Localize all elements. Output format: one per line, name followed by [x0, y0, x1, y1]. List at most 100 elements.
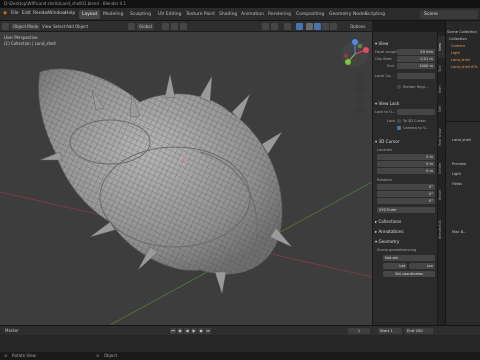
camera-to-view-checkbox[interactable]: [397, 126, 401, 130]
shell-mesh: [38, 68, 293, 295]
properties-row[interactable]: Preview: [452, 162, 466, 166]
tab-rendering[interactable]: Rendering: [265, 10, 294, 19]
tab-shading[interactable]: Shading: [216, 10, 240, 19]
timeline-menu-marker[interactable]: Marker: [3, 327, 21, 334]
georef-lat-field[interactable]: Lat: [383, 263, 407, 269]
clip-start-field[interactable]: 0.01 m: [397, 56, 435, 62]
outliner-row[interactable]: Land_shell: [451, 58, 470, 62]
blender-logo-icon[interactable]: ◉: [3, 11, 7, 16]
properties-row[interactable]: Land_shell: [452, 138, 471, 142]
scene-selector[interactable]: Scene: [420, 10, 478, 19]
outliner-row[interactable]: Land_shell.001: [451, 65, 478, 69]
cursor-rotation-x[interactable]: 0°: [377, 184, 435, 190]
start-frame-field[interactable]: Start 1: [378, 327, 402, 334]
menu-file[interactable]: File: [11, 11, 19, 16]
to-3d-cursor-checkbox[interactable]: [397, 119, 401, 123]
section-view-lock[interactable]: ▾ View Lock: [375, 100, 435, 107]
next-keyframe-icon[interactable]: ◆: [198, 327, 204, 334]
snap-icon[interactable]: [171, 23, 178, 30]
outliner: Scene Collection Collection Camera Light…: [445, 21, 480, 121]
lock-to-object-field[interactable]: [397, 109, 435, 115]
section-view[interactable]: ▾ View: [375, 40, 435, 47]
section-3d-cursor-label: 3D Cursor: [378, 139, 400, 144]
play-reverse-icon[interactable]: ◀: [184, 327, 190, 334]
window-title-bar: D:\Desktop\WIP\Land shells\Land_shell01.…: [0, 0, 480, 8]
section-geometry[interactable]: ▾ Geometry: [375, 238, 435, 245]
cursor-location-y[interactable]: 0 m: [377, 161, 435, 167]
georef-crs-field[interactable]: Not set: [383, 255, 435, 261]
local-camera-field[interactable]: [397, 73, 435, 79]
shading-wireframe-icon[interactable]: [306, 23, 313, 30]
gizmo-toggle-icon[interactable]: [271, 23, 278, 30]
shading-rendered-icon[interactable]: [330, 23, 337, 30]
render-region-label: Render Regi...: [403, 85, 429, 89]
end-frame-field[interactable]: End 250: [405, 327, 433, 334]
transform-orientation-icon[interactable]: [128, 23, 135, 30]
section-3d-cursor[interactable]: ▾ 3D Cursor: [375, 138, 435, 145]
section-annotations-label: Annotations: [378, 229, 404, 234]
tab-animation[interactable]: Animation: [238, 10, 267, 19]
timeline-header: Marker ⏮ ◆ ◀ ▶ ◆ ⏭ 1 Start 1 End 250: [0, 326, 480, 335]
cursor-rotation-z[interactable]: 0°: [377, 198, 435, 204]
section-view-lock-label: View Lock: [378, 101, 400, 106]
timeline[interactable]: Marker ⏮ ◆ ◀ ▶ ◆ ⏭ 1 Start 1 End 250: [0, 325, 480, 352]
shading-solid-icon[interactable]: [314, 23, 321, 30]
menu-object[interactable]: Object: [73, 23, 90, 30]
to-3d-cursor-label: To 3D Cursor: [403, 119, 426, 123]
georef-lon-field[interactable]: Lon: [409, 263, 435, 269]
overlay-toggle-icon[interactable]: [284, 23, 291, 30]
xray-toggle-icon[interactable]: [296, 23, 303, 30]
outliner-row[interactable]: Scene Collection: [447, 30, 477, 34]
status-mouse-icon-right: ⊙: [96, 353, 100, 358]
focal-length-label: Focal Length: [375, 50, 398, 54]
section-collections[interactable]: ▸ Collections: [375, 218, 435, 225]
pivot-point-icon[interactable]: [162, 23, 169, 30]
visibility-icon[interactable]: [262, 23, 269, 30]
proportional-edit-icon[interactable]: [180, 23, 187, 30]
top-bar: ◉ File Edit Render Window Help Layout Mo…: [0, 8, 480, 21]
section-collections-label: Collections: [378, 219, 402, 224]
status-mouse-icon: ⊙: [4, 353, 8, 358]
tab-modeling[interactable]: Modeling: [100, 10, 126, 19]
menu-edit[interactable]: Edit: [22, 11, 31, 16]
tab-sculpting[interactable]: Sculpting: [127, 10, 154, 19]
current-frame-field[interactable]: 1: [348, 327, 370, 334]
jump-start-icon[interactable]: ⏮: [170, 327, 176, 334]
3d-viewport[interactable]: User Perspective (1) Collection | Land_s…: [0, 32, 372, 325]
set-coordinates-button[interactable]: Set coordinates: [383, 271, 435, 277]
options-dropdown[interactable]: Options: [348, 23, 367, 30]
shading-material-icon[interactable]: [322, 23, 329, 30]
menu-help[interactable]: Help: [65, 11, 75, 16]
tab-compositing[interactable]: Compositing: [293, 10, 327, 19]
jump-end-icon[interactable]: ⏭: [205, 327, 211, 334]
status-hint-right: Object: [104, 353, 118, 358]
tab-layout[interactable]: Layout: [79, 10, 101, 19]
tab-texture-paint[interactable]: Texture Paint: [183, 10, 218, 19]
cursor-rotation-y[interactable]: 0°: [377, 191, 435, 197]
prev-keyframe-icon[interactable]: ◆: [177, 327, 183, 334]
menu-render[interactable]: Render: [33, 11, 49, 16]
lock-to-object-label: Lock to O...: [375, 110, 396, 114]
focal-length-field[interactable]: 50 mm: [397, 49, 435, 55]
editor-type-icon[interactable]: [2, 23, 9, 30]
section-annotations[interactable]: ▸ Annotations: [375, 228, 435, 235]
outliner-row[interactable]: Light: [451, 51, 460, 55]
menu-window[interactable]: Window: [48, 11, 66, 16]
mode-selector[interactable]: Object Mode: [11, 23, 41, 30]
transform-orientation-dropdown[interactable]: Global: [137, 23, 154, 30]
properties-row[interactable]: Fields: [452, 182, 462, 186]
outliner-row[interactable]: Collection: [449, 37, 467, 41]
cursor-location-x[interactable]: 0 m: [377, 154, 435, 160]
properties-row[interactable]: Light: [452, 172, 461, 176]
clip-start-label: Clip Start: [375, 57, 392, 61]
view-tools: [356, 74, 364, 115]
tab-uv-editing[interactable]: UV Editing: [155, 10, 184, 19]
status-bar: ⊙ Rotate View ⊙ Object: [0, 352, 480, 360]
tab-scripting[interactable]: Scripting: [362, 10, 388, 19]
render-region-checkbox[interactable]: [397, 85, 401, 89]
outliner-row[interactable]: Camera: [451, 44, 465, 48]
play-icon[interactable]: ▶: [191, 327, 197, 334]
clip-end-field[interactable]: 1000 m: [397, 63, 435, 69]
cursor-location-z[interactable]: 0 m: [377, 168, 435, 174]
rotation-mode-dropdown[interactable]: XYZ Euler: [377, 207, 435, 213]
